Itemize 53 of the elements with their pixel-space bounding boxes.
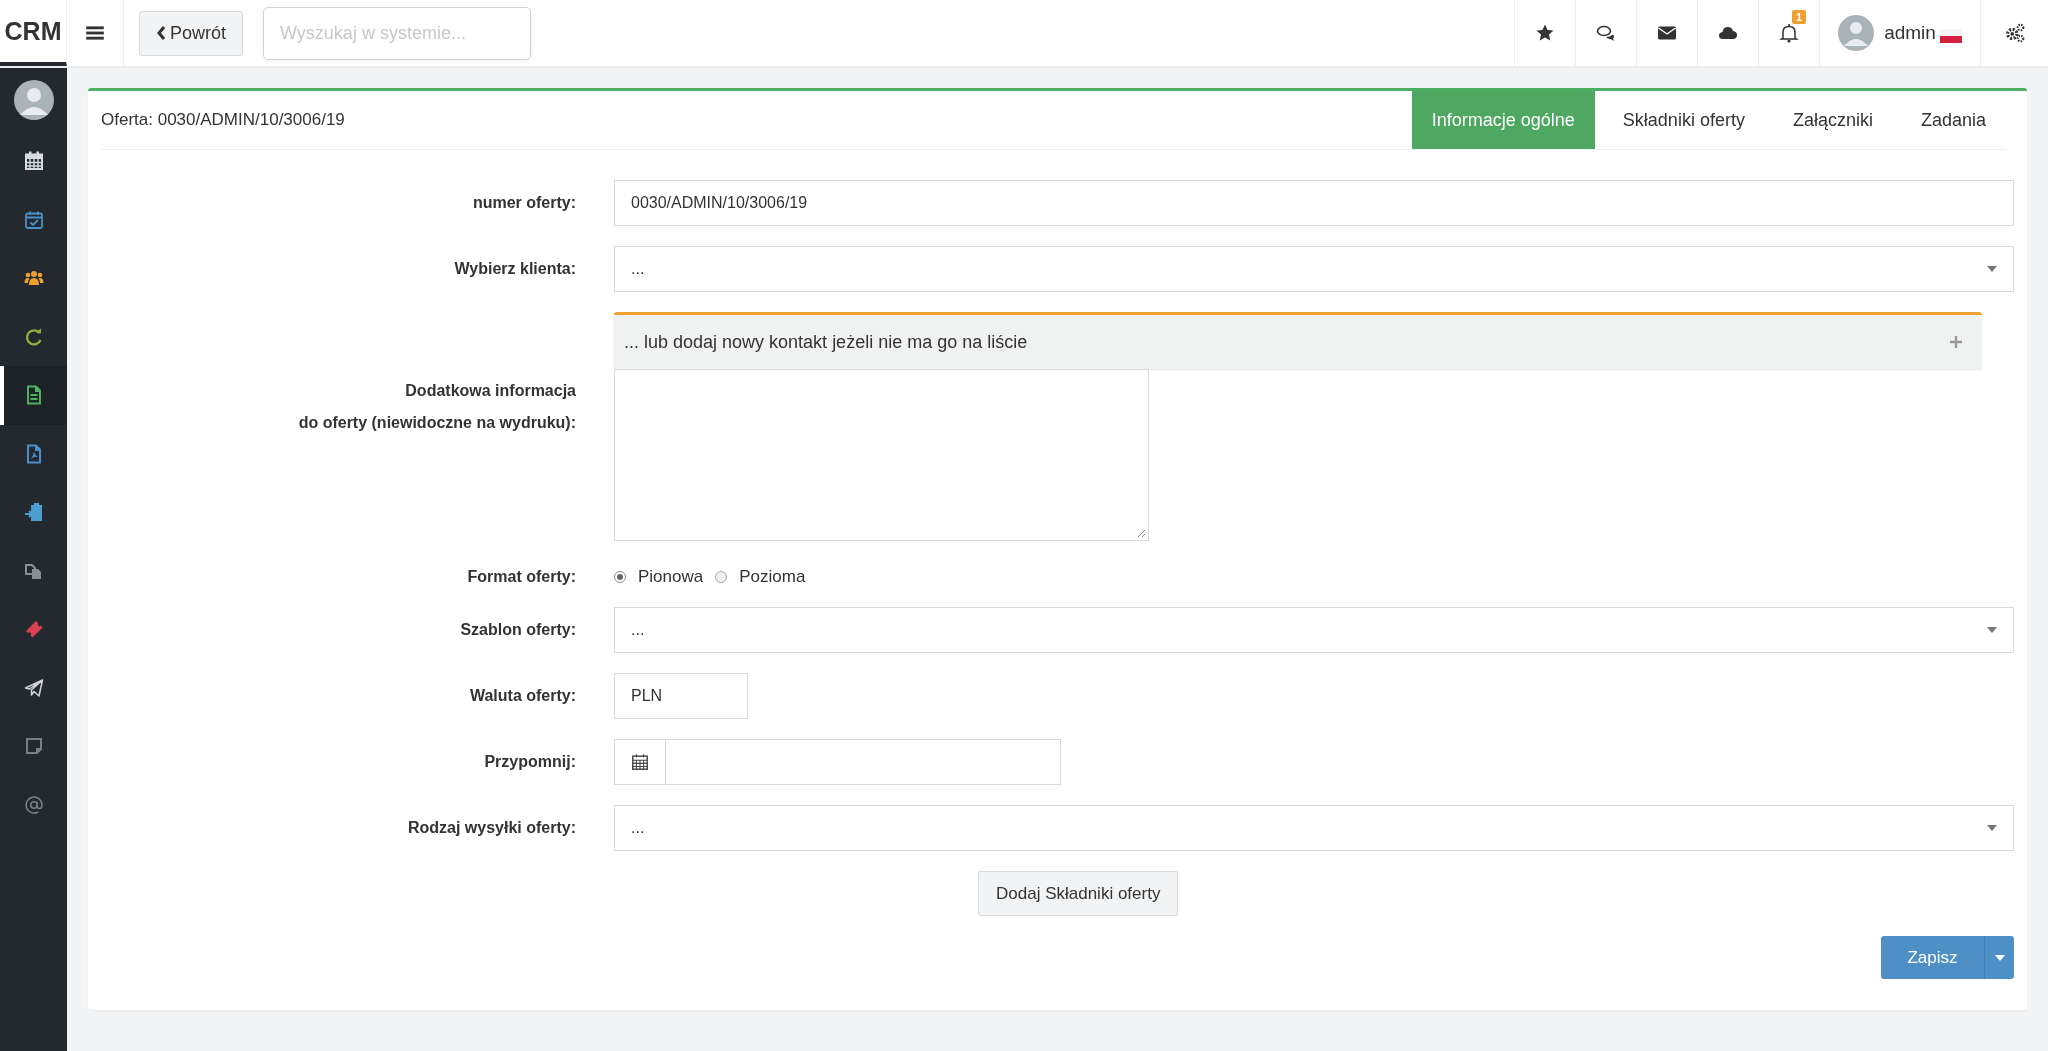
collapsible-panel[interactable]: ... lub dodaj nowy kontakt jeżeli nie ma go na liście — [614, 312, 1982, 369]
field-label: Szablon oferty: — [460, 620, 576, 640]
avatar-icon[interactable] — [13, 80, 54, 120]
currency-field[interactable]: PLN — [614, 673, 748, 719]
flag-icon[interactable] — [1939, 29, 1962, 43]
at-sign-icon[interactable] — [23, 794, 44, 815]
tab[interactable]: Składniki oferty — [1602, 91, 1765, 149]
calendar-check-icon[interactable] — [23, 209, 44, 230]
panel-title[interactable]: ... lub dodaj nowy kontakt jeżeli nie ma go na liście — [624, 331, 1028, 353]
save-options-button[interactable] — [1984, 936, 2014, 979]
resize-grip-icon[interactable] — [1136, 528, 1146, 538]
search-field[interactable]: Wyszukaj w systemie... — [263, 6, 532, 60]
settings-icon[interactable] — [2003, 22, 2026, 44]
radio-label[interactable]: Pozioma — [739, 567, 806, 587]
radio-button[interactable] — [715, 571, 728, 583]
field-label: Format oferty: — [467, 567, 576, 587]
refresh-icon[interactable] — [23, 326, 44, 347]
date-field[interactable] — [666, 739, 1061, 785]
user-name[interactable]: admin — [1884, 22, 1936, 44]
field-label: Dodatkowa informacja do oferty (niewidoczne na wydruku): — [298, 381, 576, 433]
dropdown[interactable]: ... — [614, 805, 2014, 851]
field-label: Wybierz klienta: — [454, 259, 576, 279]
card-title: Oferta: 0030/ADMIN/10/3006/19 — [101, 110, 346, 130]
star-icon[interactable] — [1535, 23, 1555, 43]
caret-icon — [1987, 627, 1997, 633]
calendar-button[interactable] — [614, 739, 666, 785]
sidebar-item[interactable] — [0, 366, 67, 425]
calendar-icon[interactable] — [23, 151, 44, 172]
chevron-left-icon — [156, 25, 166, 41]
add-items-button[interactable]: Dodaj Składniki oferty — [978, 871, 1179, 916]
field-label: Przypomnij: — [484, 752, 576, 772]
note-icon[interactable] — [23, 736, 44, 757]
caret-icon — [1994, 954, 2005, 961]
field-label: Rodzaj wysyłki oferty: — [407, 818, 576, 838]
text-field[interactable]: 0030/ADMIN/10/3006/19 — [614, 180, 2014, 226]
caret-icon — [1987, 266, 1997, 272]
paper-plane-icon[interactable] — [23, 677, 44, 698]
field-label: Waluta oferty: — [469, 686, 576, 706]
notification-badge: 1 — [1792, 10, 1807, 24]
tab[interactable]: Załączniki — [1772, 91, 1893, 149]
caret-icon — [1987, 825, 1997, 831]
dropdown[interactable]: ... — [614, 246, 2014, 292]
radio-button[interactable] — [614, 571, 626, 583]
radio-label[interactable]: Pionowa — [638, 567, 704, 587]
field-label: numer oferty: — [472, 193, 576, 213]
bell-icon[interactable] — [1779, 23, 1799, 43]
chat-icon[interactable] — [1596, 23, 1616, 43]
tab[interactable]: Zadania — [1900, 91, 2006, 149]
back-button[interactable]: Powrót — [139, 10, 244, 56]
calendar-icon — [631, 753, 649, 771]
clipboard-icon[interactable] — [23, 502, 44, 523]
dropdown[interactable]: ... — [614, 607, 2014, 653]
logo: CRM — [4, 16, 62, 46]
